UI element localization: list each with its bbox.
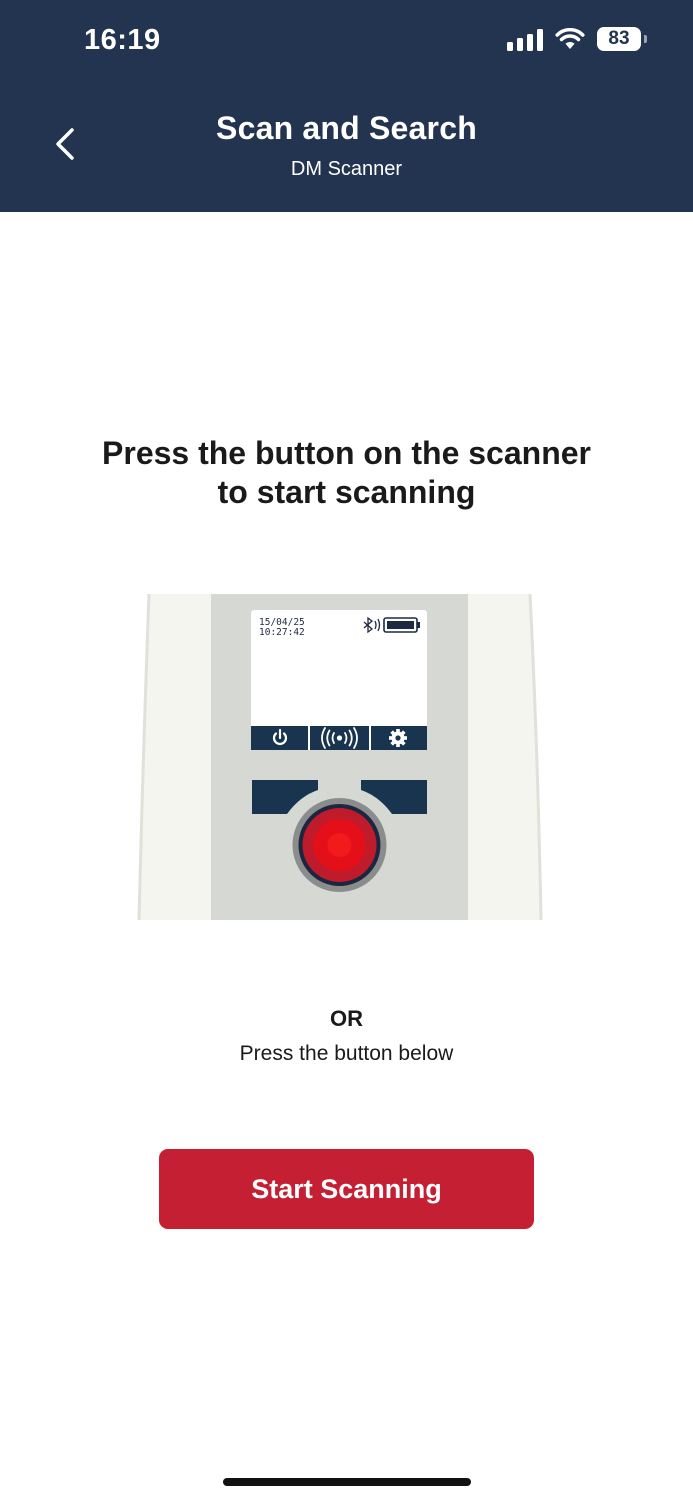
wifi-icon: [555, 28, 585, 49]
battery-icon: 83: [597, 27, 647, 51]
or-label: OR: [330, 1006, 363, 1031]
scanner-scan-button: [292, 798, 387, 892]
secondary-instruction: Press the button below: [239, 1042, 454, 1065]
cellular-signal-icon: [507, 27, 543, 51]
page-title: Scan and Search: [216, 110, 477, 146]
home-indicator: [223, 1478, 471, 1486]
scanner-illustration: 15/04/25 10:27:42: [137, 594, 543, 920]
status-time: 16:19: [84, 24, 161, 56]
instruction-line-1: Press the button on the scanner: [102, 435, 591, 471]
scanner-time: 10:27:42: [259, 627, 305, 638]
instruction-line-2: to start scanning: [217, 474, 476, 510]
start-scanning-button[interactable]: Start Scanning: [159, 1149, 534, 1229]
page-subtitle: DM Scanner: [290, 158, 403, 180]
status-indicators: 83: [507, 27, 647, 51]
scan-instruction: Press the button on the scanner to start…: [60, 434, 633, 512]
battery-level: 83: [608, 28, 630, 49]
gear-icon: [389, 729, 407, 747]
app-header: 16:19 83 Scan and Search DM Scanner: [0, 0, 693, 212]
